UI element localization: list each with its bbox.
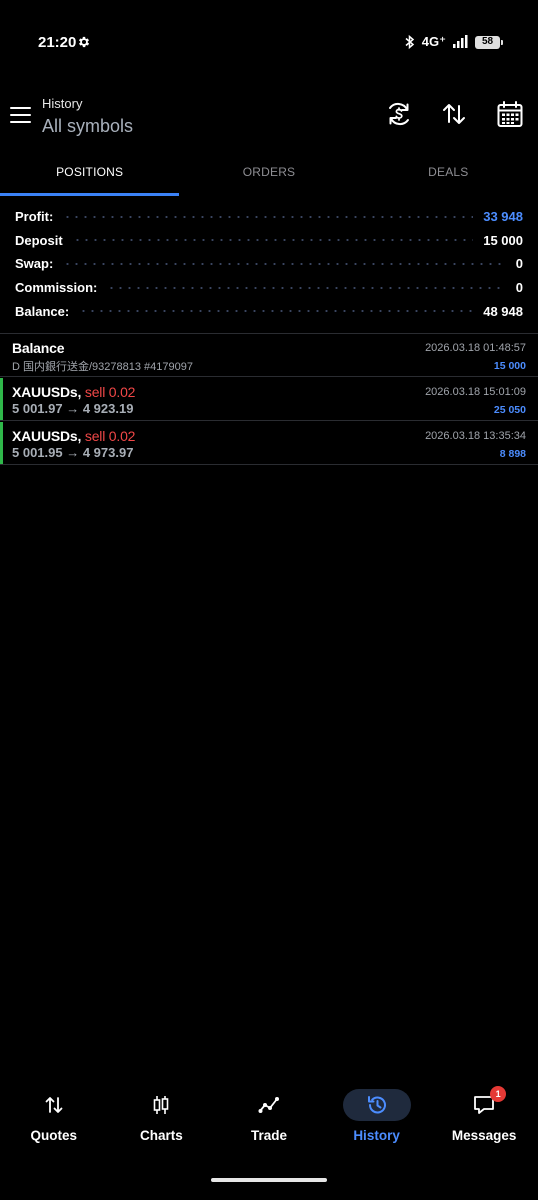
nav-charts[interactable]: Charts: [108, 1078, 216, 1158]
symbol-name: XAUUSDs,: [12, 384, 82, 400]
summary-profit: Profit: 33 948: [0, 205, 538, 229]
battery-level: 58: [481, 36, 494, 47]
summary-label: Profit:: [15, 209, 54, 225]
deal-side: sell 0.02: [84, 428, 136, 444]
calendar-icon[interactable]: [496, 100, 524, 128]
list-item[interactable]: XAUUSDs, sell 0.02 5 001.95 → 4 973.97 2…: [0, 422, 538, 465]
summary-label: Commission:: [15, 280, 98, 296]
battery-icon: 58: [475, 35, 503, 49]
profit-value: 33 948: [483, 209, 523, 225]
symbol-filter[interactable]: All symbols: [42, 116, 133, 137]
list-item[interactable]: Balance D 国内銀行送金/93278813 #4179097 2026.…: [0, 334, 538, 377]
deal-prices: 5 001.95 → 4 973.97: [12, 445, 134, 460]
dotted-leader: [107, 286, 506, 289]
deal-side: sell 0.02: [84, 384, 136, 400]
symbol-name: XAUUSDs,: [12, 428, 82, 444]
deal-amount: 8 898: [499, 448, 526, 460]
nav-quotes[interactable]: Quotes: [0, 1078, 108, 1158]
signal-icon: [453, 35, 468, 48]
currency-exchange-icon[interactable]: [385, 100, 413, 128]
page-title: History: [42, 96, 83, 111]
app-header: History All symbols: [0, 88, 538, 150]
commission-value: 0: [515, 280, 523, 296]
trade-icon: [258, 1097, 279, 1113]
dotted-leader: [63, 215, 474, 218]
quotes-icon: [45, 1097, 63, 1113]
gear-icon: [78, 36, 90, 48]
deal-symbol: XAUUSDs, sell 0.02: [12, 428, 135, 444]
status-bar: 21:20 4G⁺ 58: [0, 0, 538, 88]
nav-icon-container: [342, 1089, 411, 1121]
nav-icon-container: [127, 1089, 195, 1121]
candlestick-icon: [154, 1096, 169, 1114]
deal-time: 2026.03.18 01:48:57: [425, 342, 526, 354]
summary-swap: Swap: 0: [0, 252, 538, 276]
bluetooth-icon: [405, 34, 414, 50]
home-indicator[interactable]: [211, 1178, 327, 1182]
bottom-nav: Quotes Charts Trade History 1 Messages: [0, 1078, 538, 1158]
nav-label: Charts: [140, 1128, 183, 1143]
nav-trade[interactable]: Trade: [215, 1078, 323, 1158]
deal-time: 2026.03.18 15:01:09: [425, 386, 526, 398]
nav-icon-container: 1: [450, 1086, 518, 1121]
nav-icon-container: [235, 1089, 303, 1121]
tab-positions[interactable]: POSITIONS: [0, 150, 180, 198]
balance-value: 48 948: [483, 303, 523, 319]
deal-comment: D 国内銀行送金/93278813 #4179097: [12, 361, 193, 373]
sort-icon[interactable]: [440, 100, 468, 128]
nav-icon-container: [20, 1089, 88, 1121]
menu-icon[interactable]: [10, 104, 32, 126]
nav-label: Quotes: [30, 1128, 78, 1143]
summary-panel: Profit: 33 948 Deposit 15 000 Swap: 0 Co…: [0, 205, 538, 323]
status-icons: 4G⁺ 58: [404, 34, 503, 50]
summary-balance: Balance: 48 948: [0, 299, 538, 323]
history-tabs: POSITIONS ORDERS DEALS: [0, 150, 538, 198]
tab-orders[interactable]: ORDERS: [179, 150, 358, 198]
summary-label: Deposit: [15, 232, 63, 248]
nav-label: Trade: [250, 1128, 287, 1143]
summary-label: Swap:: [15, 256, 54, 272]
summary-commission: Commission: 0: [0, 276, 538, 300]
list-item[interactable]: XAUUSDs, sell 0.02 5 001.97 → 4 923.19 2…: [0, 378, 538, 421]
history-icon: [367, 1096, 386, 1114]
deposit-value: 15 000: [483, 232, 523, 248]
deal-symbol: Balance: [12, 340, 65, 356]
nav-history[interactable]: History: [323, 1078, 431, 1158]
deal-amount: 25 050: [493, 404, 526, 416]
summary-label: Balance:: [15, 303, 70, 319]
nav-messages[interactable]: 1 Messages: [430, 1078, 538, 1158]
deal-amount: 15 000: [493, 360, 526, 372]
swap-value: 0: [515, 256, 523, 272]
network-type: 4G⁺: [421, 34, 446, 49]
messages-badge: 1: [490, 1086, 507, 1102]
summary-deposit: Deposit 15 000: [0, 229, 538, 253]
nav-label: History: [353, 1128, 400, 1143]
tab-deals[interactable]: DEALS: [359, 150, 538, 198]
dotted-leader: [79, 310, 474, 313]
dotted-leader: [63, 262, 506, 265]
deal-time: 2026.03.18 13:35:34: [425, 430, 526, 442]
dotted-leader: [72, 239, 474, 242]
nav-label: Messages: [451, 1128, 517, 1143]
deal-symbol: XAUUSDs, sell 0.02: [12, 384, 135, 400]
deal-prices: 5 001.97 → 4 923.19: [12, 401, 134, 416]
status-time: 21:20: [38, 34, 77, 51]
